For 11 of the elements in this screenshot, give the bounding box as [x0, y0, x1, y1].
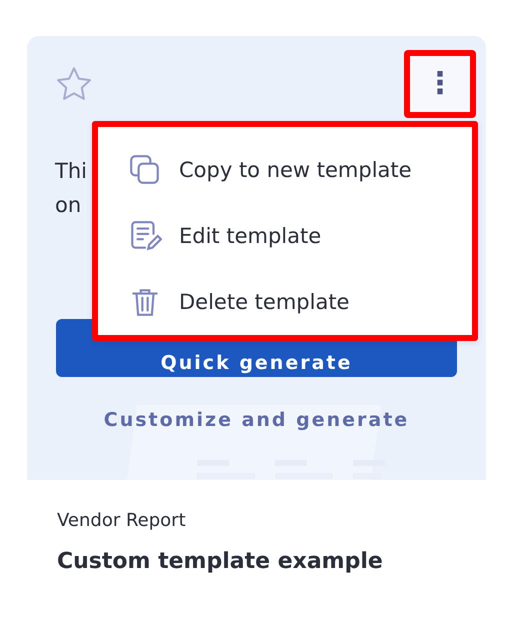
star-icon[interactable] — [55, 66, 93, 102]
copy-icon — [128, 153, 162, 187]
template-title: Custom template example — [57, 549, 383, 574]
category-label: Vendor Report — [57, 510, 186, 531]
more-button[interactable]: ⋮ — [404, 50, 476, 118]
menu-item[interactable]: Edit template — [128, 203, 322, 269]
menu-item[interactable]: Copy to new template — [128, 137, 412, 203]
customize-link[interactable]: Customize and generate — [104, 409, 410, 431]
description-text: on — [55, 192, 82, 219]
description-text: Thi — [55, 158, 87, 185]
document-edit-icon — [128, 219, 162, 253]
